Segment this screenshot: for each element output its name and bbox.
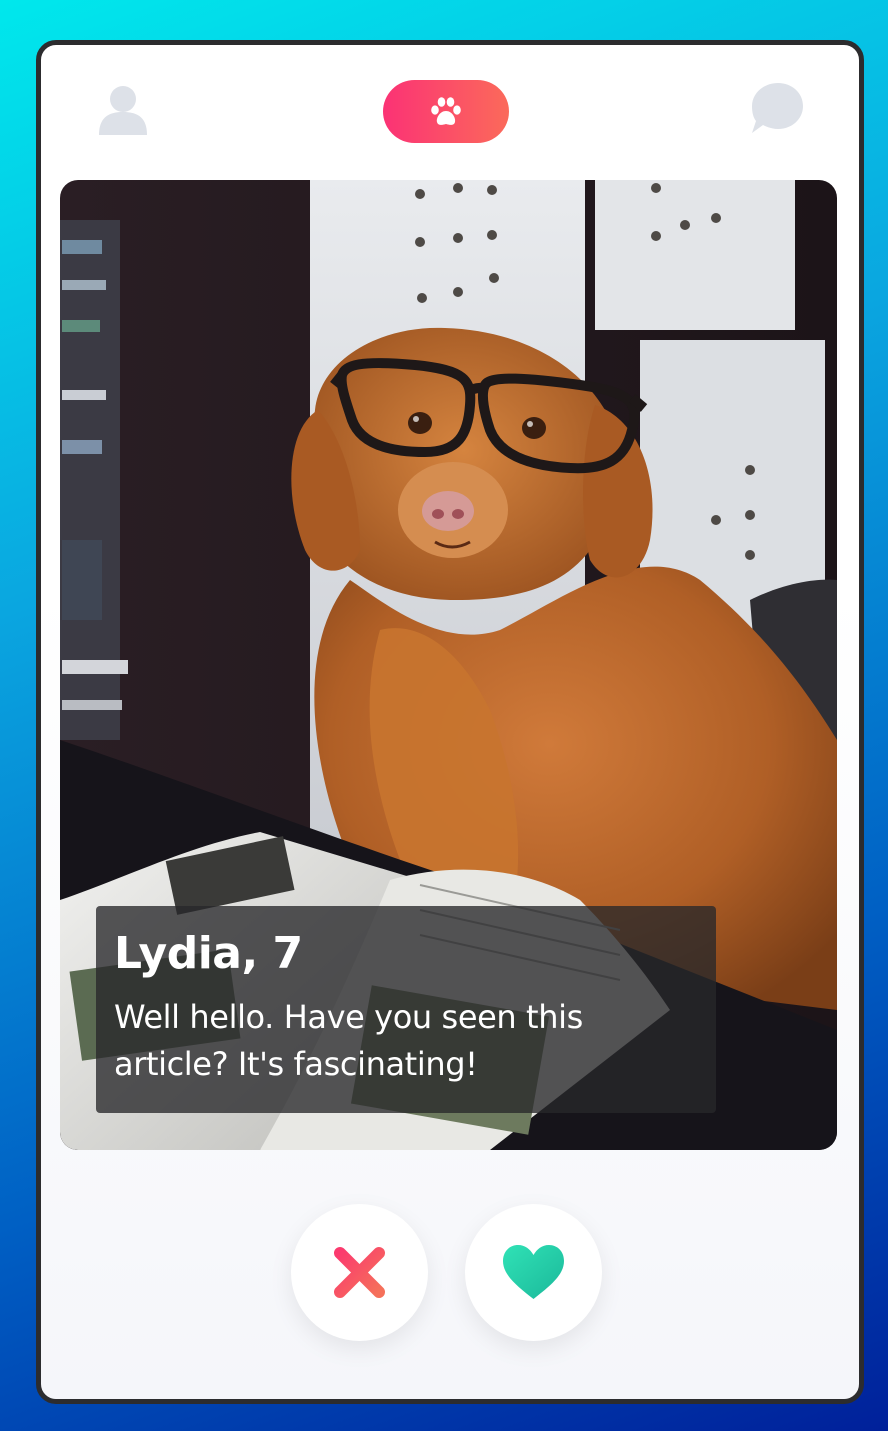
heart-icon [503,1245,564,1299]
phone-frame: Lydia, 7 Well hello. Have you seen this … [36,40,864,1404]
profile-card[interactable]: Lydia, 7 Well hello. Have you seen this … [60,180,837,1150]
profile-name-age: Lydia, 7 [114,928,303,979]
chat-bubble-icon [752,83,803,133]
like-button[interactable] [465,1204,602,1341]
messages-button[interactable] [748,81,804,137]
logo-button[interactable] [383,80,509,143]
profile-info-panel: Lydia, 7 Well hello. Have you seen this … [96,906,716,1113]
nope-button[interactable] [291,1204,428,1341]
user-icon [99,86,147,135]
close-icon [334,1247,385,1298]
profile-bio: Well hello. Have you seen this article? … [114,998,583,1083]
top-nav [41,45,859,180]
paw-icon [431,97,461,125]
profile-button[interactable] [95,81,151,137]
